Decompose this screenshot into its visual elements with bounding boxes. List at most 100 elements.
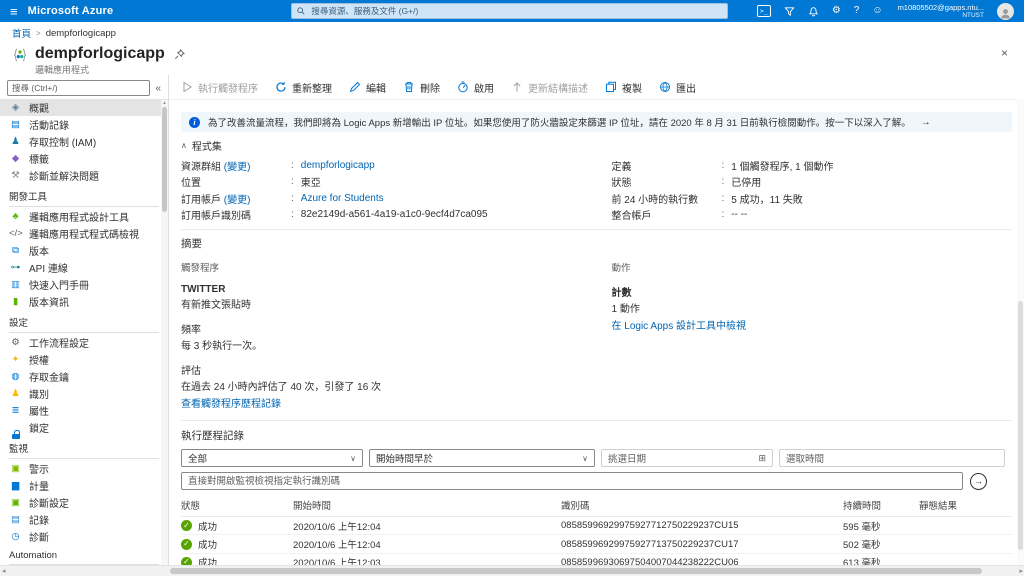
run-row[interactable]: ✓ 成功 2020/10/6 上午12:04 08585996929975927713… [181, 535, 1012, 554]
collapse-sidebar-icon[interactable]: « [155, 83, 161, 94]
essentials-value[interactable]: dempforlogicapp [301, 160, 375, 171]
date-picker[interactable]: 挑選日期 ⊞ [601, 449, 773, 467]
brand-title[interactable]: Microsoft Azure [28, 5, 114, 17]
breadcrumb-home[interactable]: 首頁 [12, 26, 31, 40]
banner-arrow-icon[interactable]: → [921, 117, 931, 128]
scroll-up-icon[interactable]: ▴ [163, 100, 166, 106]
essentials-label: 資源群組 (變更) [181, 161, 251, 173]
toolbar-label: 編輯 [366, 83, 386, 95]
sidebar-item-workflow-settings[interactable]: ⚙ 工作流程設定 [0, 334, 168, 351]
page-header: dempforlogicapp 邏輯應用程式 × [0, 41, 1024, 75]
help-icon[interactable]: ? [854, 6, 860, 16]
sidebar-item-release-notes[interactable]: ▮ 版本資訊 [0, 293, 168, 310]
breadcrumb: 首頁 > dempforlogicapp [0, 22, 1024, 41]
sidebar-item-properties[interactable]: ≣ 屬性 [0, 402, 168, 419]
notice-banner[interactable]: i 為了改善流量流程，我們即將為 Logic Apps 新增輸出 IP 位址。如… [181, 112, 1012, 132]
sidebar-item-locks[interactable]: 鎖定 [0, 419, 168, 439]
essentials-toggle[interactable]: ∧ 程式集 [181, 138, 1012, 153]
refresh-button[interactable]: 重新整理 [275, 80, 332, 95]
horizontal-scroll-thumb[interactable] [170, 568, 982, 574]
clone-button[interactable]: 複製 [605, 80, 642, 95]
trigger-evaluation-label: 評估 [181, 366, 201, 377]
enable-button[interactable]: 啟用 [457, 80, 494, 95]
sidebar-scrollbar[interactable]: ▴ [161, 100, 168, 567]
run-row[interactable]: ✓ 成功 2020/10/6 上午12:04 08585996929975927712… [181, 517, 1012, 536]
export-button[interactable]: 匯出 [659, 80, 696, 95]
azure-portal: ≡ Microsoft Azure >_ ⚙ ? ☺ m10805502@gap… [0, 0, 1024, 576]
sidebar-item-api-connections[interactable]: ⊶ API 連線 [0, 259, 168, 276]
sidebar-item-overview[interactable]: ◈ 概觀 [0, 99, 168, 116]
sidebar-item-diagnostic-settings[interactable]: ▣ 診斷設定 [0, 494, 168, 511]
change-link[interactable]: (變更) [224, 195, 251, 206]
workflow-settings-icon: ⚙ [11, 337, 20, 348]
toolbar-label: 執行觸發程序 [198, 83, 258, 95]
avatar[interactable] [997, 2, 1014, 20]
sidebar-item-diagnose-solve[interactable]: ⚒ 診斷並解決問題 [0, 167, 168, 184]
sidebar-item-activity-log[interactable]: ▤ 活動記錄 [0, 116, 168, 133]
delete-button[interactable]: 刪除 [403, 80, 440, 95]
essentials-left: 資源群組 (變更): dempforlogicapp 位置: 東亞 訂用帳戶 (變更):… [181, 157, 582, 223]
breadcrumb-current: dempforlogicapp [45, 27, 116, 39]
time-picker[interactable]: 選取時間 [779, 449, 1005, 467]
release-notes-icon: ▮ [12, 296, 19, 307]
scroll-right-icon[interactable]: ▸ [1019, 567, 1023, 575]
sidebar-item-code-view[interactable]: </> 邏輯應用程式程式碼檢視 [0, 225, 168, 242]
summary-title: 摘要 [181, 238, 202, 250]
status-filter-dropdown[interactable]: 全部 ∨ [181, 449, 363, 467]
global-search-input[interactable] [309, 5, 723, 17]
sidebar-item-authorization[interactable]: ✦ 授權 [0, 351, 168, 368]
run-start-time: 2020/10/6 上午12:04 [293, 521, 381, 533]
horizontal-scrollbar[interactable]: ◂ ▸ [0, 565, 1024, 576]
essentials-row: 狀態: 已停用 [612, 174, 1013, 191]
sidebar-item-tags[interactable]: ◆ 標籤 [0, 150, 168, 167]
sidebar-item-diagnostics[interactable]: ◷ 診斷 [0, 528, 168, 545]
sidebar-item-metrics[interactable]: ▆ 計量 [0, 477, 168, 494]
global-search[interactable] [291, 3, 729, 19]
designer-link[interactable]: 在 Logic Apps 設計工具中檢視 [612, 317, 1013, 332]
diagnose-solve-icon: ⚒ [11, 170, 20, 181]
notifications-bell-icon[interactable] [808, 6, 819, 17]
essentials-right: 定義:1 個觸發程序, 1 個動作 狀態: 已停用前 24 小時的執行數:5 成功，… [612, 157, 1013, 223]
pin-icon[interactable] [174, 48, 185, 60]
account-info[interactable]: m10805502@gapps.ntu... NTUST [898, 3, 984, 20]
sidebar-search-input[interactable] [7, 80, 151, 96]
run-id-go-button[interactable]: → [970, 472, 987, 490]
run-trigger-button: 執行觸發程序 [181, 80, 258, 95]
sidebar-item-access-keys[interactable]: ◍ 存取金鑰 [0, 368, 168, 385]
sidebar-item-label: 鎖定 [29, 424, 49, 435]
overview-icon: ◈ [11, 102, 20, 113]
sidebar-item-versions[interactable]: ⧉ 版本 [0, 242, 168, 259]
start-time-filter-dropdown[interactable]: 開始時間早於 ∨ [369, 449, 595, 467]
scroll-left-icon[interactable]: ◂ [2, 567, 6, 575]
sidebar-scroll-thumb[interactable] [162, 107, 167, 212]
delete-icon [403, 81, 415, 93]
essentials-value[interactable]: Azure for Students [301, 193, 384, 204]
start-time-filter-value: 開始時間早於 [376, 454, 434, 465]
sidebar-item-alerts[interactable]: ▣ 警示 [0, 460, 168, 477]
cloud-shell-icon[interactable]: >_ [756, 5, 771, 17]
calendar-icon[interactable]: ⊞ [758, 453, 766, 464]
content-scrollbar[interactable] [1017, 99, 1024, 576]
essentials-label: 訂用帳戶識別碼 [181, 211, 251, 223]
sidebar-item-access-control[interactable]: ♟ 存取控制 (IAM) [0, 133, 168, 150]
sidebar: « ◈ 概觀 ▤ 活動記錄 ♟ 存取控制 (IAM) ◆ 標籤 ⚒ 診斷並解決問題開發工具 ♣ 邏輯應… [0, 75, 169, 576]
settings-gear-icon[interactable]: ⚙ [832, 6, 841, 16]
essentials-label: 前 24 小時的執行數 [611, 194, 699, 206]
sidebar-item-logs[interactable]: ▤ 記錄 [0, 511, 168, 528]
change-link[interactable]: (變更) [224, 162, 251, 173]
page-title: dempforlogicapp [35, 45, 165, 62]
trigger-history-link[interactable]: 查看觸發程序歷程記錄 [181, 395, 582, 410]
edit-button[interactable]: 編輯 [349, 80, 386, 95]
actions-summary: 動作 計數 1 動作 在 Logic Apps 設計工具中檢視 [612, 260, 1013, 410]
directory-filter-icon[interactable] [784, 6, 795, 17]
close-icon[interactable]: × [1001, 47, 1008, 59]
run-id-search-input[interactable] [181, 472, 963, 490]
content-scroll-thumb[interactable] [1018, 300, 1023, 551]
sidebar-item-identity[interactable]: ♟ 識別 [0, 385, 168, 402]
feedback-smiley-icon[interactable]: ☺ [872, 6, 882, 16]
sidebar-item-quickstart-guides[interactable]: ▥ 快速入門手冊 [0, 276, 168, 293]
essentials-grid: 資源群組 (變更): dempforlogicapp 位置: 東亞 訂用帳戶 (變更):… [181, 157, 1012, 230]
body: « ◈ 概觀 ▤ 活動記錄 ♟ 存取控制 (IAM) ◆ 標籤 ⚒ 診斷並解決問題開發工具 ♣ 邏輯應… [0, 75, 1024, 576]
hamburger-menu-icon[interactable]: ≡ [10, 5, 18, 18]
sidebar-item-designer[interactable]: ♣ 邏輯應用程式設計工具 [0, 208, 168, 225]
